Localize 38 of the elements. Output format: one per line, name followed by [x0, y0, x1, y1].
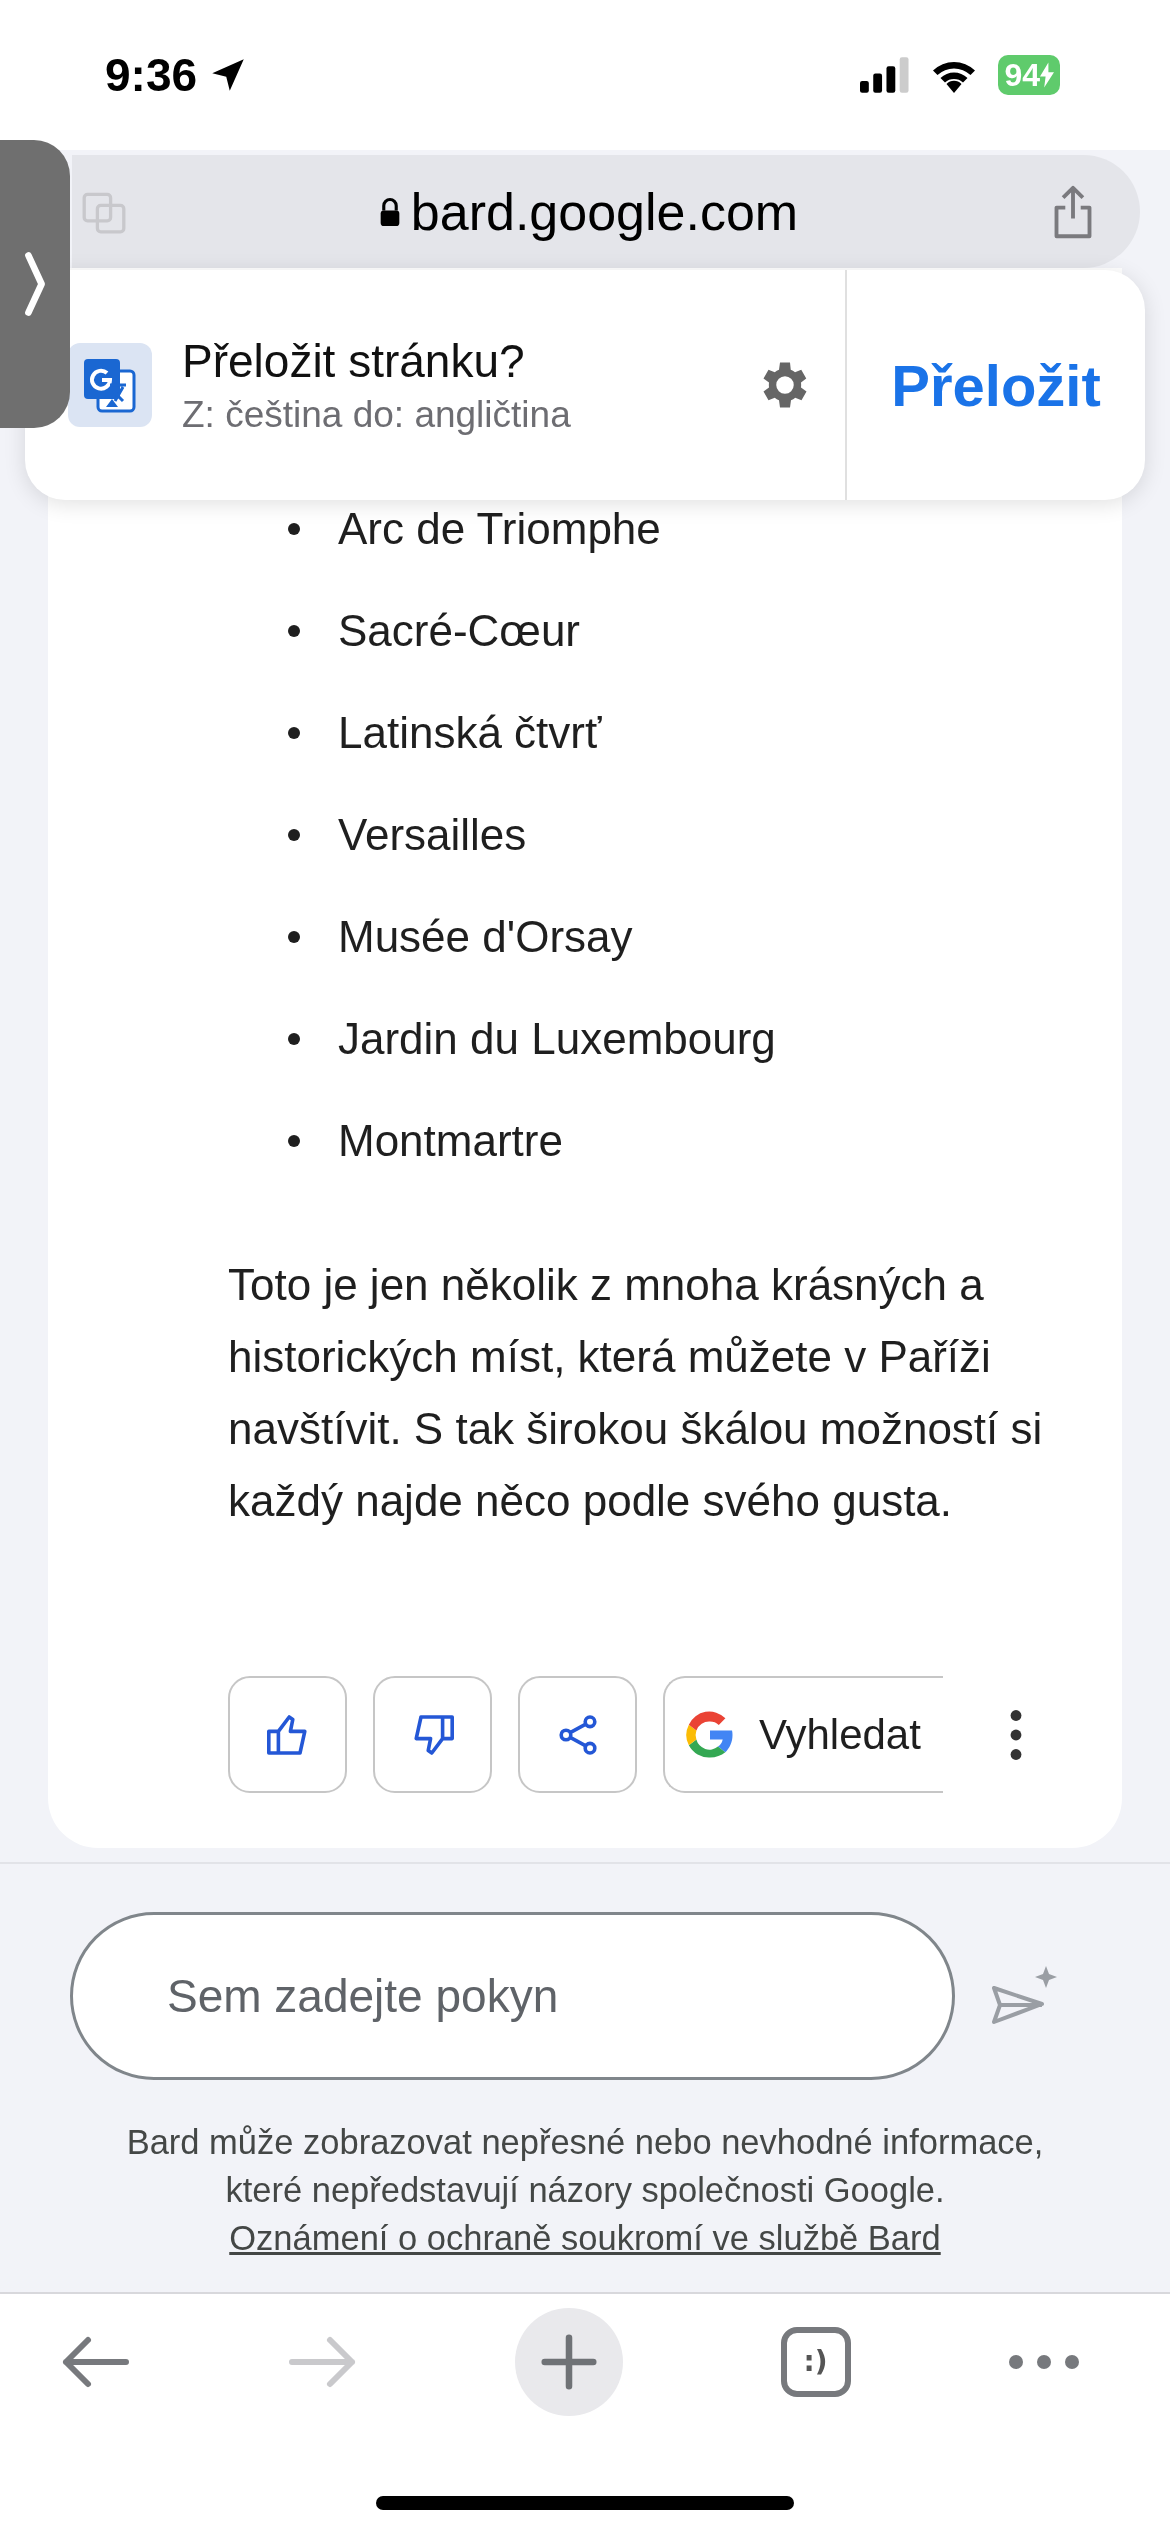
- list-item: Montmartre: [338, 1116, 563, 1166]
- thumbs-down-button[interactable]: [373, 1676, 492, 1793]
- signal-icon: [860, 57, 911, 93]
- status-time: 9:36: [105, 48, 198, 102]
- bullet-icon: [288, 1033, 300, 1045]
- plus-icon: [541, 2333, 597, 2390]
- translate-button[interactable]: Přeložit: [847, 270, 1145, 500]
- translate-title: Přeložit stránku?: [182, 334, 526, 388]
- list-item: Sacré-Cœur: [338, 606, 581, 656]
- lock-icon: [378, 197, 401, 226]
- privacy-link[interactable]: Oznámení o ochraně soukromí ve službě Bard: [229, 2219, 941, 2257]
- thumbs-up-button[interactable]: [228, 1676, 347, 1793]
- bullet-icon: [288, 829, 300, 841]
- tabs-button[interactable]: :): [780, 2326, 851, 2397]
- prompt-input-field[interactable]: Sem zadejte pokyn: [70, 1912, 955, 2080]
- bullet-icon: [288, 1135, 300, 1147]
- bullet-icon: [288, 931, 300, 943]
- bullet-icon: [288, 625, 300, 637]
- url-text: bard.google.com: [410, 181, 799, 242]
- list-item: Latinská čtvrť: [338, 708, 602, 758]
- side-panel-tab[interactable]: [0, 140, 70, 428]
- bullet-icon: [288, 727, 300, 739]
- more-icon[interactable]: [1008, 2353, 1080, 2370]
- list-item: Jardin du Luxembourg: [338, 1014, 776, 1064]
- bullet-icon: [288, 523, 300, 535]
- translate-languages: Z: čeština do: angličtina: [182, 394, 572, 436]
- more-options-icon[interactable]: [1009, 1708, 1023, 1761]
- battery-indicator: 94: [998, 55, 1060, 95]
- list-item: Arc de Triomphe: [338, 504, 661, 554]
- list-item: Versailles: [338, 810, 527, 860]
- chevron-right-icon: [23, 251, 47, 317]
- disclaimer-text: Bard může zobrazovat nepřesné nebo nevhodné informace, které nepředstavují názory společnosti Google. Oznámení o ochraně soukromí ve službě Bard: [125, 2122, 1045, 2259]
- share-button[interactable]: [518, 1676, 637, 1793]
- translate-icon: [68, 343, 152, 427]
- list-item: Musée d'Orsay: [338, 912, 633, 962]
- google-search-button[interactable]: Vyhledat: [663, 1676, 943, 1793]
- response-paragraph: Toto je jen několik z mnoha krásných a historických míst, která můžete v Paříži navštívit. S tak širokou škálou možností si každý najde něco podle svého gusta.: [228, 1259, 1044, 1527]
- address-bar[interactable]: bard.google.com: [72, 155, 1140, 268]
